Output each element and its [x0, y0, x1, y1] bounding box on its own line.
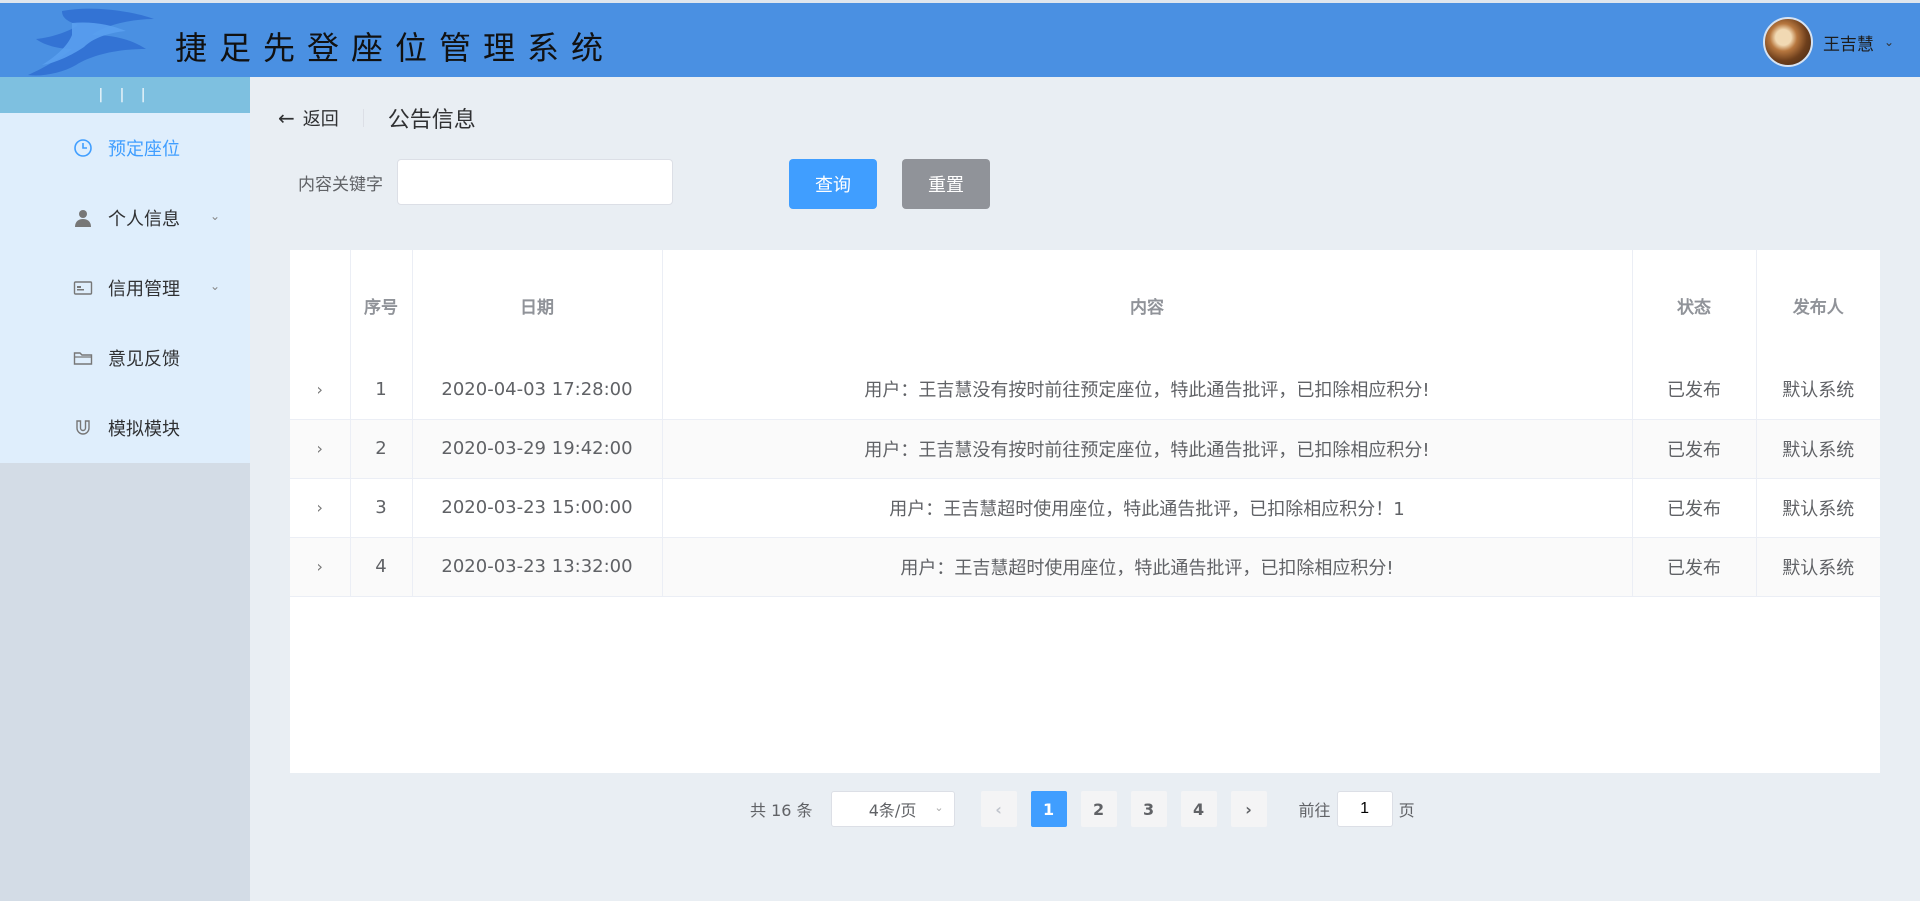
back-label: 返回	[302, 109, 339, 130]
cell-content: 用户：王吉慧没有按时前往预定座位，特此通告批评，已扣除相应积分!	[662, 419, 1633, 479]
column-header-publisher: 发布人	[1792, 297, 1844, 318]
sidebar-item-label: 信用管理	[108, 279, 180, 300]
cell-publisher: 默认系统	[1756, 478, 1880, 538]
top-header: 捷足先登座位管理系统 王吉慧 ⌄	[0, 0, 1920, 77]
id-card-icon	[72, 277, 94, 299]
cell-date: 2020-03-23 13:32:00	[412, 537, 663, 597]
page-header: ← 返回 公告信息	[278, 103, 476, 133]
table-row: › 4 2020-03-23 13:32:00 用户：王吉慧超时使用座位，特此通…	[290, 537, 1880, 597]
sidebar: | | | 预定座位 个人信息 ⌄ 信用管理 ⌄ 意见反馈 模拟模块	[0, 77, 250, 901]
folder-icon	[72, 347, 94, 369]
cell-status: 已发布	[1632, 360, 1757, 420]
chevron-right-icon[interactable]: ›	[317, 439, 323, 458]
table-header-row: 序号 日期 内容 状态 发布人	[290, 250, 1880, 360]
page-size-select[interactable]: 4条/页 ⌄	[830, 791, 955, 827]
magnet-icon	[72, 417, 94, 439]
chevron-down-icon: ⌄	[210, 209, 221, 223]
app-title: 捷足先登座位管理系统	[175, 29, 616, 67]
avatar[interactable]	[1762, 17, 1813, 67]
arrow-left-icon: ←	[278, 106, 295, 130]
chevron-left-icon: ‹	[995, 799, 1002, 819]
query-button[interactable]: 查询	[789, 159, 877, 209]
chevron-right-icon: ›	[1245, 799, 1252, 819]
column-header-expand	[290, 250, 351, 360]
cell-publisher: 默认系统	[1756, 419, 1880, 479]
main-content: ← 返回 公告信息 内容关键字 查询 重置 序号 日期 内容 状态 发布人 › …	[250, 77, 1920, 901]
logo-icon	[28, 8, 154, 76]
cell-content: 用户：王吉慧超时使用座位，特此通告批评，已扣除相应积分!	[662, 537, 1633, 597]
cell-content: 用户：王吉慧没有按时前往预定座位，特此通告批评，已扣除相应积分!	[662, 360, 1633, 420]
cell-no: 4	[350, 537, 413, 597]
chevron-down-icon: ⌄	[210, 279, 221, 293]
page-button-3[interactable]: 3	[1130, 791, 1167, 827]
page-button-1[interactable]: 1	[1030, 791, 1067, 827]
chevron-down-icon: ⌄	[1883, 35, 1894, 49]
table-row: › 2 2020-03-29 19:42:00 用户：王吉慧没有按时前往预定座位…	[290, 419, 1880, 479]
page-button-4[interactable]: 4	[1180, 791, 1217, 827]
sidebar-item-reserve-seat[interactable]: 预定座位	[0, 113, 250, 183]
prev-page-button[interactable]: ‹	[980, 791, 1017, 827]
keyword-input[interactable]	[397, 159, 673, 205]
reset-button[interactable]: 重置	[902, 159, 990, 209]
table-row: › 1 2020-04-03 17:28:00 用户：王吉慧没有按时前往预定座位…	[290, 360, 1880, 420]
column-header-no: 序号	[350, 250, 413, 360]
user-menu[interactable]: 王吉慧 ⌄	[1762, 17, 1894, 67]
user-name: 王吉慧	[1822, 34, 1874, 55]
cell-no: 2	[350, 419, 413, 479]
cell-status: 已发布	[1632, 419, 1757, 479]
page-button-2[interactable]: 2	[1080, 791, 1117, 827]
sidebar-item-label: 意见反馈	[108, 349, 180, 370]
cell-date: 2020-04-03 17:28:00	[412, 360, 663, 420]
sidebar-item-personal-info[interactable]: 个人信息 ⌄	[0, 183, 250, 253]
pagination-total: 共 16 条	[750, 801, 813, 820]
goto-page-input[interactable]	[1336, 791, 1393, 827]
cell-date: 2020-03-29 19:42:00	[412, 419, 663, 479]
cell-status: 已发布	[1632, 537, 1757, 597]
page-jumper: 前往 页	[1299, 791, 1415, 827]
clock-icon	[72, 137, 94, 159]
sidebar-menu: 预定座位 个人信息 ⌄ 信用管理 ⌄ 意见反馈 模拟模块	[0, 113, 250, 463]
sidebar-item-simulation[interactable]: 模拟模块	[0, 393, 250, 463]
column-header-content: 内容	[662, 250, 1633, 360]
chevron-right-icon[interactable]: ›	[317, 498, 323, 517]
cell-date: 2020-03-23 15:00:00	[412, 478, 663, 538]
search-form: 内容关键字	[298, 159, 673, 205]
pagination: 共 16 条 4条/页 ⌄ ‹ 1 2 3 4 › 前往 页	[750, 791, 1415, 827]
column-header-status: 状态	[1632, 250, 1757, 360]
divider	[362, 109, 364, 127]
sidebar-item-feedback[interactable]: 意见反馈	[0, 323, 250, 393]
next-page-button[interactable]: ›	[1230, 791, 1267, 827]
chevron-right-icon[interactable]: ›	[317, 380, 323, 399]
cell-content: 用户：王吉慧超时使用座位，特此通告批评，已扣除相应积分！1	[662, 478, 1633, 538]
sidebar-item-label: 个人信息	[108, 209, 180, 230]
column-header-date: 日期	[412, 250, 663, 360]
back-button[interactable]: ← 返回	[278, 105, 339, 131]
goto-label: 前往	[1298, 801, 1331, 820]
page-suffix: 页	[1398, 801, 1415, 820]
sidebar-item-label: 预定座位	[108, 139, 180, 160]
cell-status: 已发布	[1632, 478, 1757, 538]
cell-no: 1	[350, 360, 413, 420]
user-icon	[72, 207, 94, 229]
chevron-down-icon: ⌄	[934, 801, 944, 814]
cell-publisher: 默认系统	[1756, 360, 1880, 420]
sidebar-item-label: 模拟模块	[108, 419, 180, 440]
cell-no: 3	[350, 478, 413, 538]
page-title: 公告信息	[387, 108, 476, 133]
cell-publisher: 默认系统	[1756, 537, 1880, 597]
table-row: › 3 2020-03-23 15:00:00 用户：王吉慧超时使用座位，特此通…	[290, 478, 1880, 538]
search-label: 内容关键字	[298, 174, 383, 195]
sidebar-collapse-toggle[interactable]: | | |	[0, 77, 250, 113]
chevron-right-icon[interactable]: ›	[317, 557, 323, 576]
page-size-value: 4条/页	[868, 801, 917, 820]
announcement-table: 序号 日期 内容 状态 发布人 › 1 2020-04-03 17:28:00 …	[290, 250, 1880, 773]
sidebar-item-credit-management[interactable]: 信用管理 ⌄	[0, 253, 250, 323]
